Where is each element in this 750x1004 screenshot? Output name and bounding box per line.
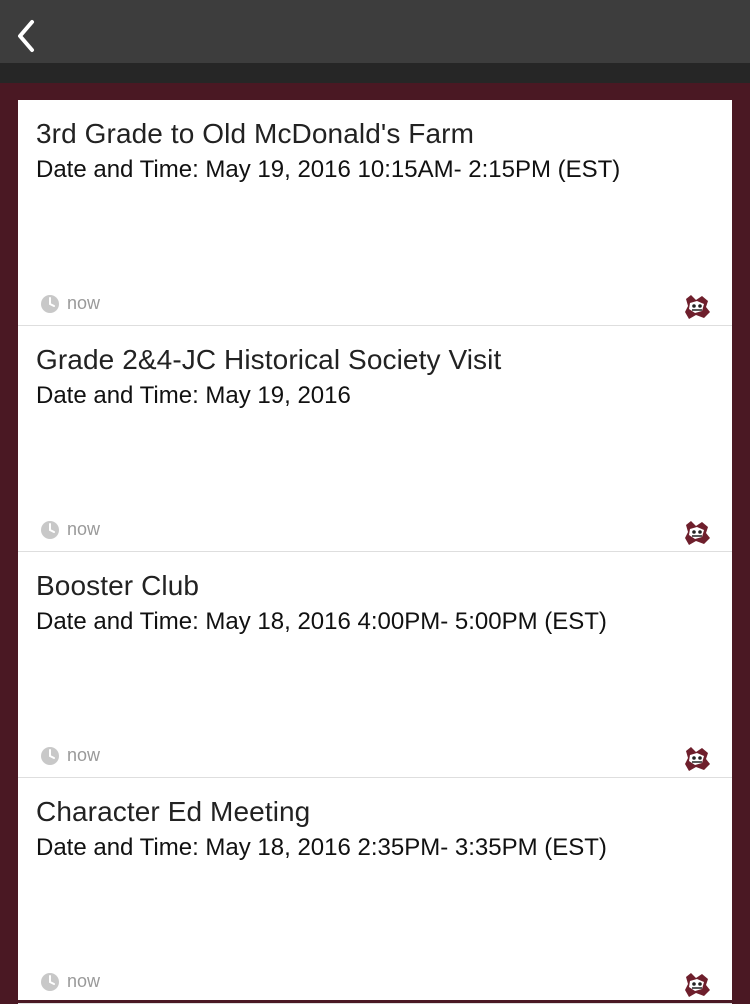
school-mascot-icon xyxy=(685,295,710,319)
timestamp: now xyxy=(40,745,100,766)
school-mascot-icon xyxy=(685,747,710,771)
clock-icon xyxy=(41,294,59,313)
event-title: 3rd Grade to Old McDonald's Farm xyxy=(36,118,475,149)
event-title: Booster Club xyxy=(36,570,200,601)
back-button[interactable] xyxy=(8,16,48,56)
event-title: Grade 2&4-JC Historical Society Visit xyxy=(36,344,502,375)
timestamp: now xyxy=(40,519,100,540)
event-datetime: Date and Time: May 18, 2016 2:35PM- 3:35… xyxy=(36,834,607,861)
timestamp: now xyxy=(40,971,100,992)
event-card[interactable]: 3rd Grade to Old McDonald's Farm Date an… xyxy=(18,100,732,326)
event-list: 3rd Grade to Old McDonald's Farm Date an… xyxy=(18,100,732,1004)
event-datetime: Date and Time: May 19, 2016 xyxy=(36,382,351,409)
event-card[interactable]: Booster Club Date and Time: May 18, 2016… xyxy=(18,552,732,778)
school-mascot-icon xyxy=(685,973,710,997)
header-shadow xyxy=(0,63,750,83)
event-datetime: Date and Time: May 19, 2016 10:15AM- 2:1… xyxy=(36,156,621,183)
event-title: Character Ed Meeting xyxy=(36,796,311,827)
event-card[interactable]: Grade 2&4-JC Historical Society Visit Da… xyxy=(18,326,732,552)
school-mascot-icon xyxy=(685,521,710,545)
timestamp-label: now xyxy=(67,293,101,313)
chevron-left-icon xyxy=(18,20,34,52)
timestamp: now xyxy=(40,293,100,314)
event-card[interactable]: Character Ed Meeting Date and Time: May … xyxy=(18,778,732,1004)
top-navigation-bar xyxy=(0,0,750,83)
clock-icon xyxy=(41,520,59,539)
timestamp-label: now xyxy=(67,519,101,539)
clock-icon xyxy=(41,746,59,765)
timestamp-label: now xyxy=(67,745,101,765)
clock-icon xyxy=(41,972,59,991)
timestamp-label: now xyxy=(67,971,101,991)
event-datetime: Date and Time: May 18, 2016 4:00PM- 5:00… xyxy=(36,608,607,635)
